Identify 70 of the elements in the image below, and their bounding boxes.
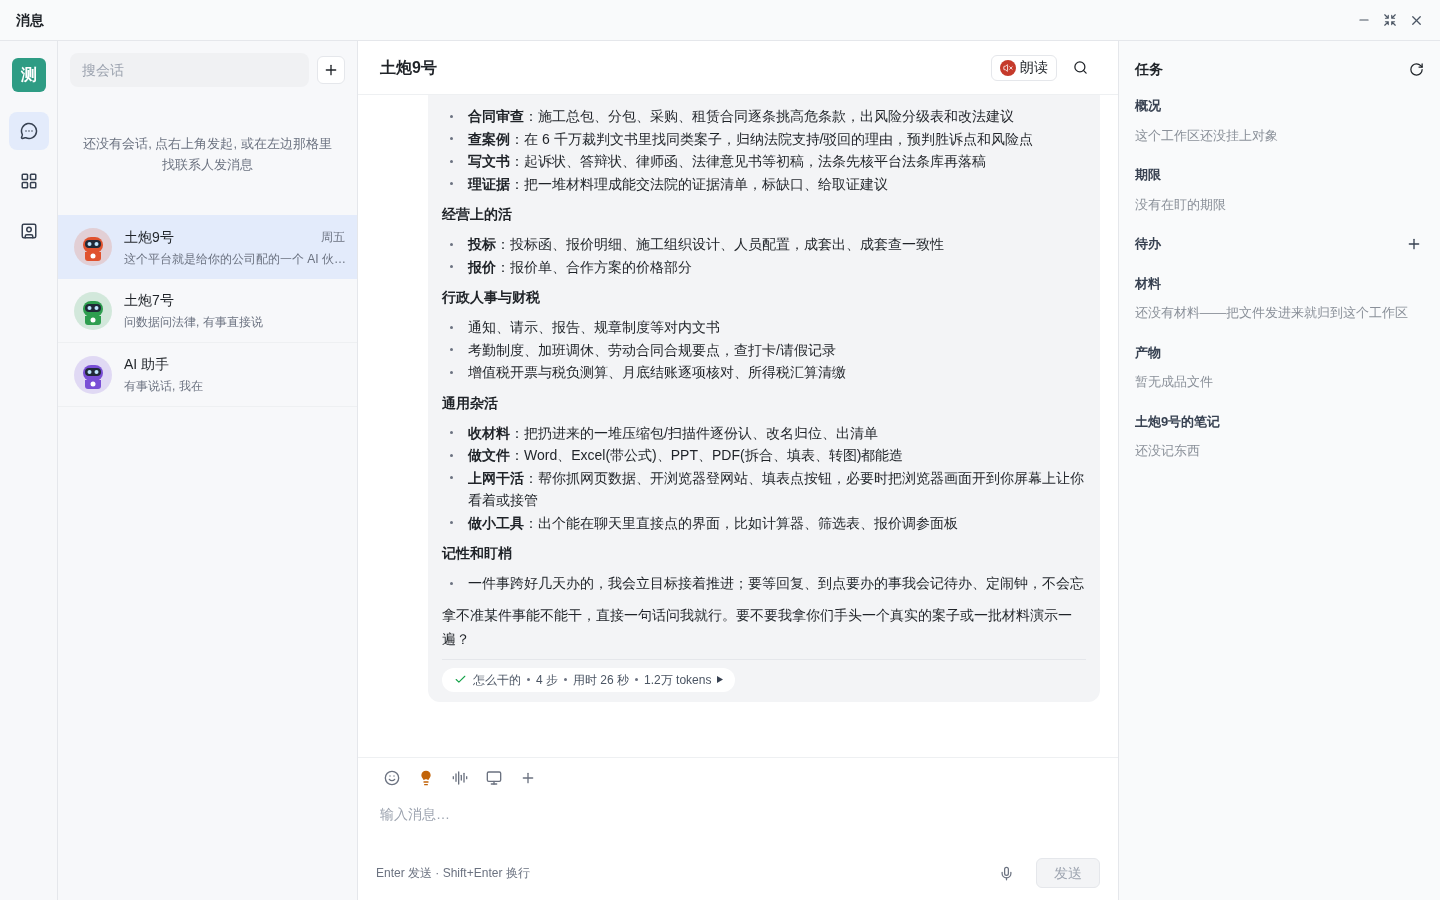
section-note: 还没有材料——把文件发进来就归到这个工作区	[1135, 304, 1409, 322]
conversation-time: 周五	[321, 229, 345, 246]
list-item: 合同审查：施工总包、分包、采购、租赁合同逐条挑高危条款，出风险分级表和改法建议	[468, 107, 1014, 126]
robot-avatar	[74, 355, 112, 394]
message-paragraph: 拿不准某件事能不能干，直接一句话问我就行。要不要我拿你们手头一个真实的案子或一批材料演示一遍？	[442, 605, 1073, 649]
robot-avatar	[74, 228, 112, 266]
list-item: 通知、请示、报告、规章制度等对内文书	[468, 318, 720, 337]
section-note: 没有在盯的期限	[1135, 195, 1227, 214]
list-item: 一件事跨好几天办的，我会立目标接着推进；要等回复、到点要办的事我会记待办、定闹钟，不会忘	[468, 574, 1084, 593]
chat-title: 土炮9号	[380, 57, 437, 78]
section-title: 概况	[1135, 97, 1161, 115]
section-title: 产物	[1135, 343, 1161, 362]
conversation-name: 土炮7号	[124, 291, 174, 310]
shortcut-hint: Enter 发送 · Shift+Enter 换行	[376, 865, 530, 882]
section-heading: 记性和盯梢	[442, 544, 513, 563]
list-item: 写文书：起诉状、答辩状、律师函、法律意见书等初稿，法条先核平台法条库再落稿	[468, 152, 986, 171]
conversation-item[interactable]: 土炮7号 问数据问法律, 有事直接说	[58, 279, 357, 343]
conversation-item[interactable]: AI 助手 有事说话, 我在	[58, 343, 357, 407]
plus-icon[interactable]	[520, 770, 536, 786]
conversation-preview: 有事说话, 我在	[124, 378, 204, 395]
tasks-title: 任务	[1135, 60, 1163, 79]
list-item: 做小工具：出个能在聊天里直接点的界面，比如计算器、筛选表、报价调参面板	[468, 513, 958, 533]
plus-icon	[323, 62, 339, 78]
monitor-icon[interactable]	[486, 770, 502, 786]
section-heading: 行政人事与财税	[442, 288, 541, 307]
new-chat-button[interactable]	[317, 56, 345, 84]
list-item: 上网干活：帮你抓网页数据、开浏览器登网站、填表点按钮，必要时把浏览器画面开到你屏幕上让你看着或接管	[468, 468, 1085, 510]
list-item: 投标：投标函、报价明细、施工组织设计、人员配置，成套出、成套查一致性	[468, 235, 944, 254]
section-note: 暂无成品文件	[1135, 373, 1214, 391]
list-item: 增值税开票与税负测算、月底结账逐项核对、所得税汇算清缴	[468, 363, 846, 382]
conversation-name: AI 助手	[124, 355, 170, 374]
section-title: 待办	[1135, 235, 1161, 253]
check-icon	[454, 673, 467, 686]
expand-triangle-icon	[717, 676, 724, 683]
search-field[interactable]: 搜会话	[70, 53, 309, 87]
grid-icon	[19, 172, 38, 190]
window-title: 消息	[16, 10, 44, 30]
message-input[interactable]: 输入消息…	[376, 802, 1100, 826]
rail-tab[interactable]	[8, 112, 49, 150]
restore-icon[interactable]	[1383, 13, 1397, 27]
muted-speaker-icon	[1000, 59, 1016, 76]
section-note: 还没记东西	[1135, 442, 1201, 460]
list-item: 报价：报价单、合作方案的价格部分	[468, 257, 692, 277]
audio-wave-icon[interactable]	[452, 770, 468, 786]
section-title: 材料	[1135, 274, 1161, 293]
empty-hint: 还没有会话, 点右上角发起, 或在左边那格里找联系人发消息	[82, 135, 333, 174]
list-item: 查案例：在 6 千万裁判文书里找同类案子，归纳法院支持/驳回的理由，预判胜诉点和风险点	[468, 129, 1034, 149]
robot-avatar	[74, 291, 112, 330]
conversation-preview: 问数据问法律, 有事直接说	[124, 314, 264, 331]
emoji-icon[interactable]	[384, 770, 400, 786]
lightbulb-icon[interactable]	[418, 770, 434, 786]
refresh-icon[interactable]	[1409, 62, 1424, 77]
section-title: 期限	[1135, 166, 1161, 184]
trace-chip[interactable]: 怎么干的 4 步 用时 26 秒 1.2万 tokens	[442, 667, 736, 692]
list-item: 收材料：把扔进来的一堆压缩包/扫描件逐份认、改名归位、出清单	[468, 423, 878, 443]
chat-bubble-icon	[19, 122, 38, 140]
section-title: 土炮9号的笔记	[1135, 412, 1221, 431]
conversation-name: 土炮9号	[124, 227, 174, 247]
section-heading: 通用杂活	[442, 393, 499, 413]
read-aloud-button[interactable]: 朗读	[991, 54, 1057, 81]
section-note: 这个工作区还没挂上对象	[1135, 126, 1279, 145]
contact-card-icon	[19, 222, 38, 240]
list-item: 理证据：把一堆材料理成能交法院的证据清单，标缺口、给取证建议	[468, 174, 888, 194]
list-item: 考勤制度、加班调休、劳动合同合规要点，查打卡/请假记录	[468, 340, 836, 360]
conversation-preview: 这个平台就是给你的公司配的一个 AI 伙…	[124, 250, 345, 268]
search-icon[interactable]	[1073, 60, 1088, 75]
list-item: 做文件：Word、Excel(带公式)、PPT、PDF(拆合、填表、转图)都能造	[468, 446, 904, 465]
microphone-icon[interactable]	[999, 865, 1014, 881]
conversation-item[interactable]: 土炮9号 周五 这个平台就是给你的公司配的一个 AI 伙…	[58, 215, 357, 279]
section-heading: 经营上的活	[442, 205, 513, 224]
